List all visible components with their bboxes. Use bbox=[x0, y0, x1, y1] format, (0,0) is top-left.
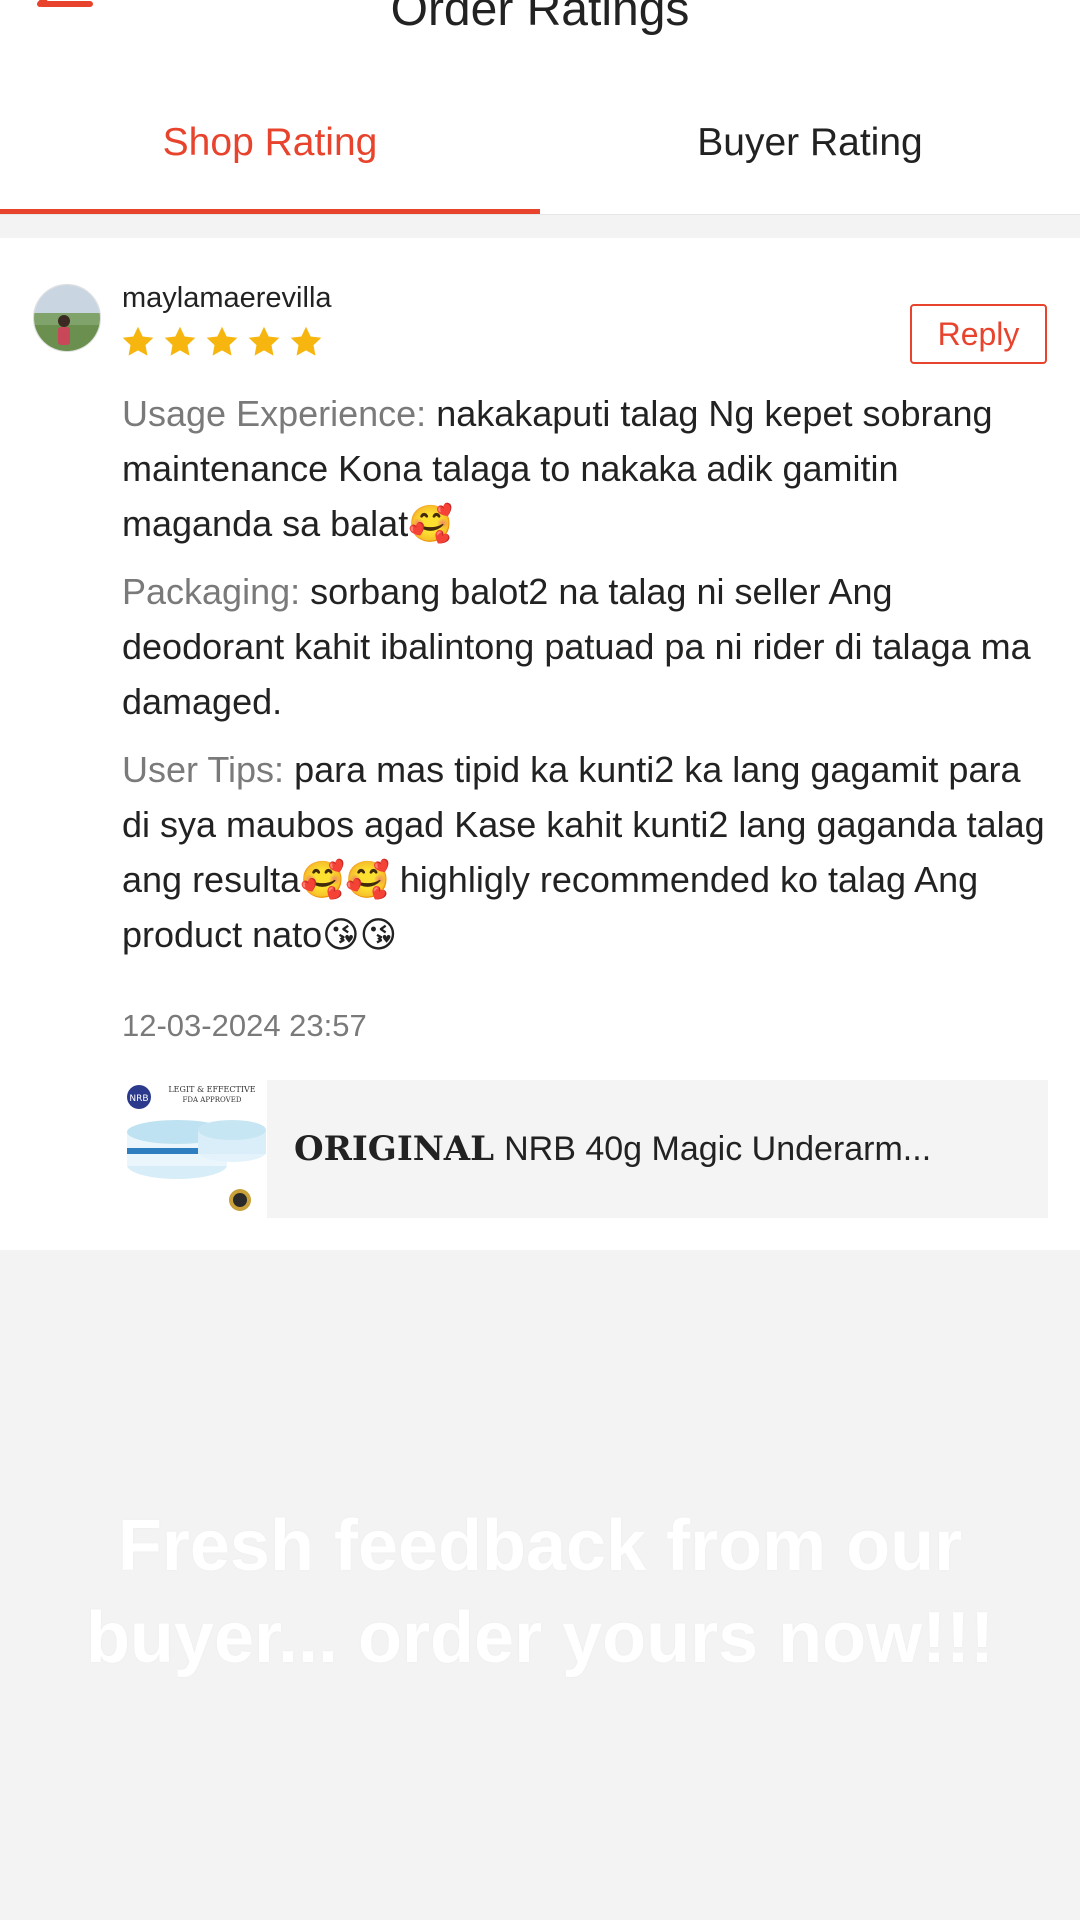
field-label: User Tips: bbox=[122, 749, 285, 790]
overlay-caption: Fresh feedback from our buyer... order y… bbox=[85, 1506, 995, 1678]
page-title: Order Ratings bbox=[390, 0, 690, 36]
reviewer-username: maylamaerevilla bbox=[122, 282, 332, 314]
tab-divider bbox=[0, 214, 1080, 215]
review-timestamp: 12-03-2024 23:57 bbox=[122, 1008, 367, 1043]
reply-button[interactable]: Reply bbox=[910, 304, 1047, 364]
star-icon bbox=[290, 326, 322, 356]
review-field-tips: User Tips: para mas tipid ka kunti2 ka l… bbox=[122, 742, 1052, 962]
star-icon bbox=[164, 326, 196, 356]
product-name-bold: ORIGINAL bbox=[294, 1129, 495, 1169]
avatar-image bbox=[34, 285, 100, 351]
header: Order Ratings bbox=[0, 0, 1080, 70]
star-icon bbox=[248, 326, 280, 356]
review-field-usage: Usage Experience: nakakaputi talag Ng ke… bbox=[122, 386, 1052, 551]
product-link[interactable]: NRB LEGIT & EFFECTIVE FDA APPROVED ORIGI… bbox=[122, 1080, 1048, 1218]
svg-text:FDA APPROVED: FDA APPROVED bbox=[183, 1096, 242, 1104]
star-icon bbox=[206, 326, 238, 356]
svg-text:LEGIT & EFFECTIVE: LEGIT & EFFECTIVE bbox=[168, 1085, 255, 1094]
tab-shop-rating[interactable]: Shop Rating bbox=[0, 70, 540, 215]
review-card: maylamaerevilla Reply Usage Experience: … bbox=[0, 238, 1080, 1250]
product-name: ORIGINAL NRB 40g Magic Underarm... bbox=[294, 1080, 931, 1218]
svg-text:NRB: NRB bbox=[129, 1094, 148, 1104]
review-field-packaging: Packaging: sorbang balot2 na talag ni se… bbox=[122, 564, 1052, 729]
avatar[interactable] bbox=[33, 284, 101, 352]
field-label: Packaging: bbox=[122, 571, 301, 612]
star-rating bbox=[120, 324, 324, 360]
product-thumbnail: NRB LEGIT & EFFECTIVE FDA APPROVED bbox=[122, 1080, 267, 1218]
star-icon bbox=[122, 326, 154, 356]
review-body: Usage Experience: nakakaputi talag Ng ke… bbox=[122, 386, 1052, 975]
tab-bar: Shop Rating Buyer Rating bbox=[0, 70, 1080, 215]
product-name-rest: NRB 40g Magic Underarm... bbox=[504, 1129, 932, 1168]
field-label: Usage Experience: bbox=[122, 393, 427, 434]
tab-buyer-rating[interactable]: Buyer Rating bbox=[540, 70, 1080, 215]
